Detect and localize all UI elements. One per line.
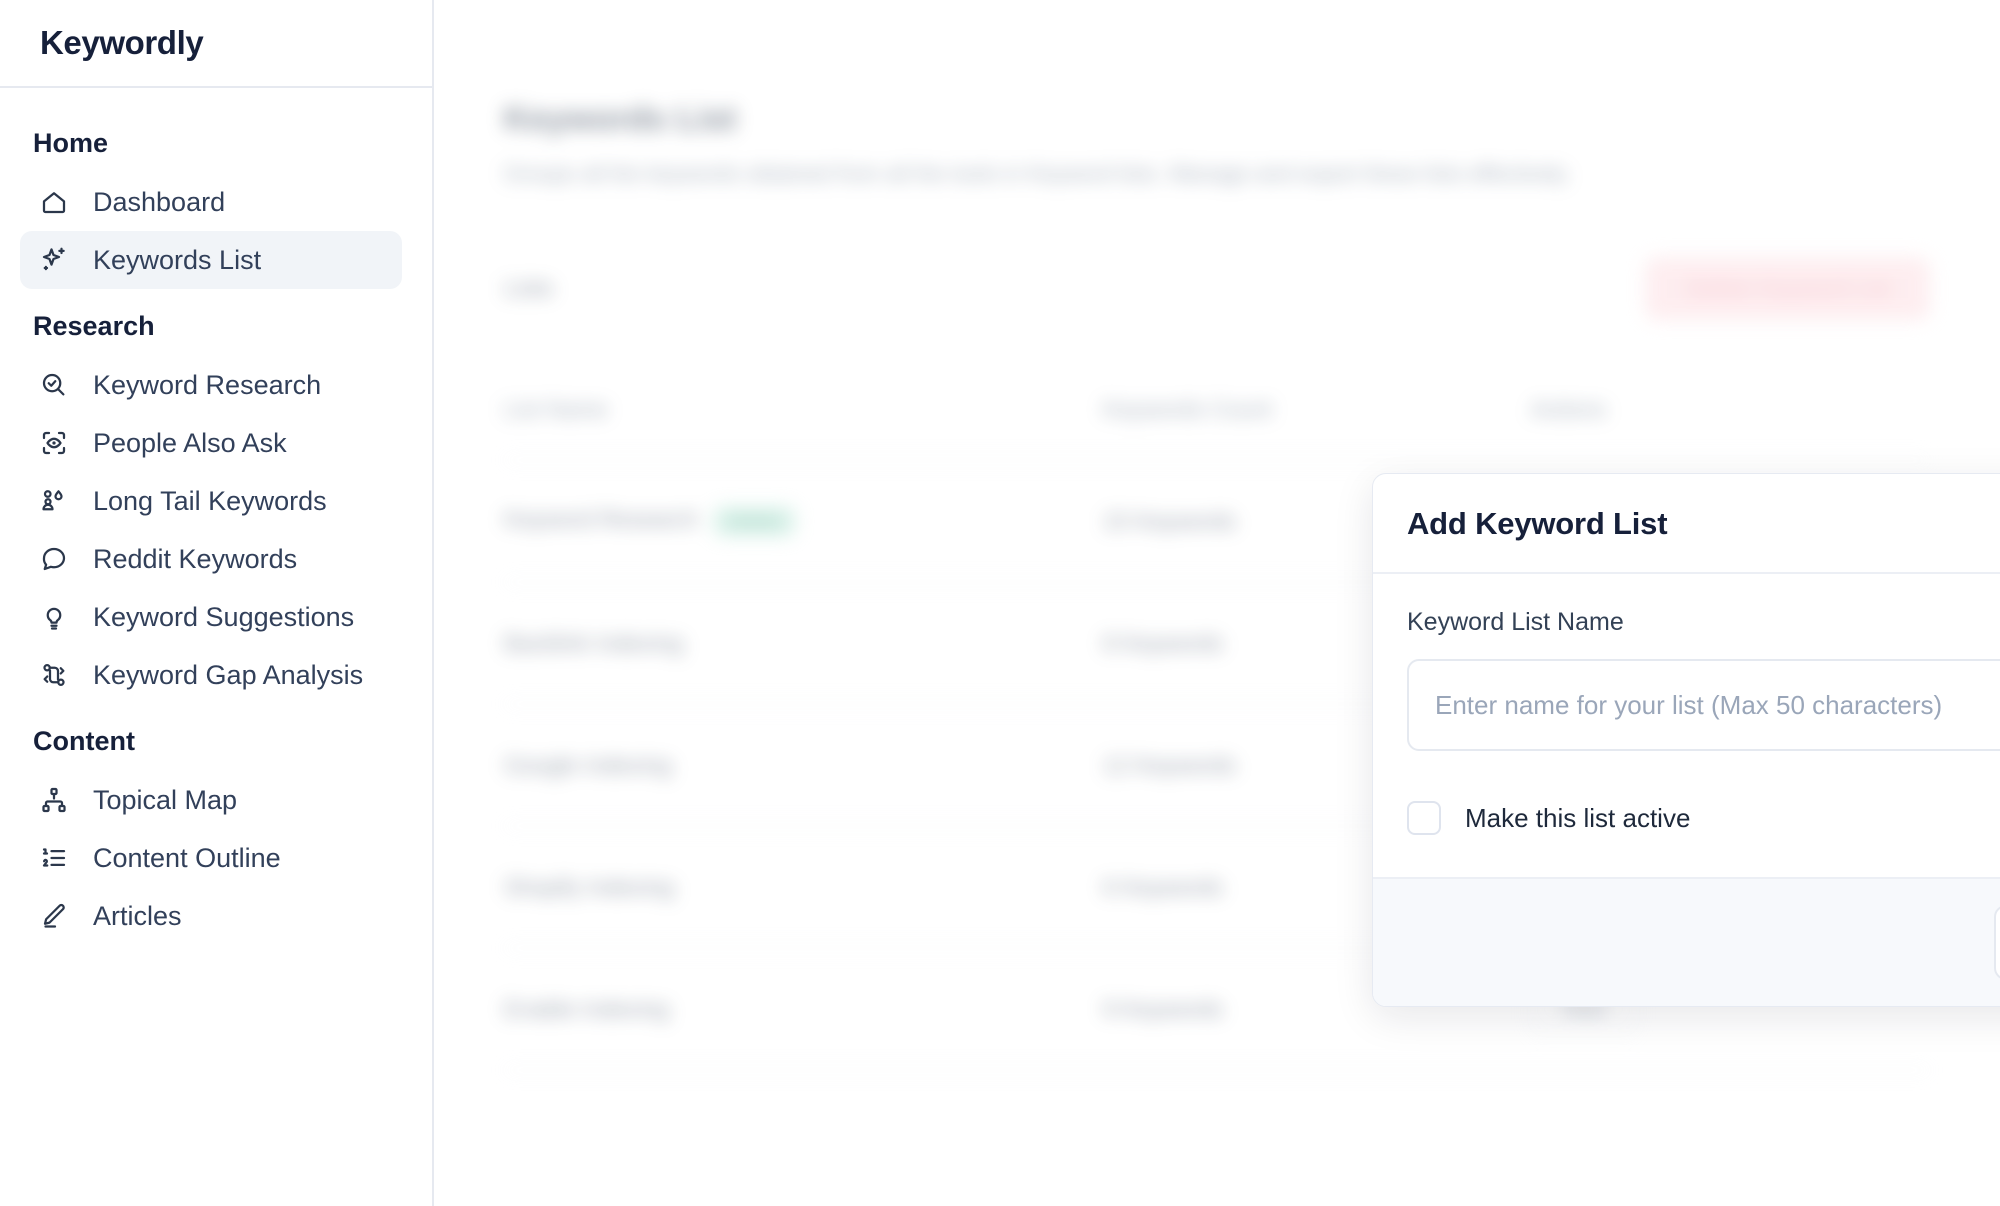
sidebar-item-label: Keyword Gap Analysis: [93, 659, 364, 690]
cell-list-name: Keyword Research Active: [504, 460, 1103, 583]
search-check-icon: [39, 370, 69, 400]
users-icon: [39, 486, 69, 516]
sidebar-item-people-also-ask[interactable]: People Also Ask: [20, 414, 402, 472]
status-badge: Active: [714, 507, 796, 536]
column-header-actions: Actions: [1530, 360, 1930, 461]
sidebar-item-keywords-list[interactable]: Keywords List: [20, 231, 402, 289]
eye-scan-icon: [39, 428, 69, 458]
sidebar-item-label: Keyword Research: [93, 369, 322, 400]
make-list-active-checkbox[interactable]: [1407, 801, 1441, 835]
sidebar-item-articles[interactable]: Articles: [20, 887, 402, 945]
nav-section-label-content: Content: [33, 726, 135, 756]
sidebar-header: Keywordly: [0, 0, 432, 88]
nav-section-label-home: Home: [33, 128, 109, 158]
list-name-text: Enable Indexing: [504, 995, 669, 1022]
sidebar-item-label: Content Outline: [93, 842, 281, 873]
dialog-footer: Cancel Save: [1373, 877, 2000, 1006]
main-content: Keywords List Groups all the keywords ob…: [434, 0, 2000, 1206]
cell-list-name: Backlink Indexing: [504, 582, 1103, 705]
dialog-body: Keyword List Name Make this list active: [1373, 574, 2000, 877]
cell-list-name: Enable Indexing: [504, 948, 1103, 1071]
brand-logo-text: Keywordly: [40, 24, 204, 61]
app-root: Keywordly Home Dashboard Keywords List Rese…: [0, 0, 2000, 1206]
list-count-label: Lists: [504, 274, 554, 302]
sidebar-item-label: Reddit Keywords: [93, 543, 298, 574]
sidebar-item-dashboard[interactable]: Dashboard: [20, 173, 402, 231]
list-name-text: Shopify Indexing: [504, 873, 675, 900]
page-description: Groups all the keywords obtained from al…: [504, 161, 1571, 186]
list-ordered-icon: [39, 843, 69, 873]
sidebar-item-long-tail-keywords[interactable]: Long Tail Keywords: [20, 472, 402, 530]
sidebar-item-label: People Also Ask: [93, 427, 287, 458]
delete-keyword-list-button[interactable]: Delete Keyword List: [1645, 257, 1930, 320]
sidebar-item-label: Keyword Suggestions: [93, 601, 355, 632]
cancel-button[interactable]: Cancel: [1993, 905, 2000, 980]
sidebar-item-label: Articles: [93, 900, 182, 931]
sidebar-item-label: Long Tail Keywords: [93, 485, 327, 516]
cell-list-name: Shopify Indexing: [504, 826, 1103, 949]
sidebar-item-topical-map[interactable]: Topical Map: [20, 771, 402, 829]
sidebar-item-reddit-keywords[interactable]: Reddit Keywords: [20, 530, 402, 588]
sidebar: Keywordly Home Dashboard Keywords List Rese…: [0, 0, 434, 1206]
sidebar-nav: Home Dashboard Keywords List Research Keywor…: [0, 88, 432, 945]
home-icon: [39, 187, 69, 217]
sidebar-item-keyword-gap-analysis[interactable]: Keyword Gap Analysis: [20, 646, 402, 704]
column-header-keywords: Keywords Count: [1102, 360, 1531, 461]
git-compare-icon: [39, 660, 69, 690]
keyword-list-name-input[interactable]: [1407, 659, 2000, 751]
sidebar-item-content-outline[interactable]: Content Outline: [20, 829, 402, 887]
message-circle-icon: [39, 544, 69, 574]
list-toolbar: Lists Delete Keyword List: [504, 257, 1930, 320]
sidebar-item-keyword-suggestions[interactable]: Keyword Suggestions: [20, 588, 402, 646]
list-name-text: Backlink Indexing: [504, 629, 683, 656]
cell-list-name: Google Indexing: [504, 704, 1103, 827]
list-name-text: Google Indexing: [504, 751, 672, 778]
add-keyword-list-dialog: Add Keyword List Keyword List Name Make …: [1372, 473, 2000, 1007]
sidebar-item-label: Keywords List: [93, 244, 262, 275]
nav-section-label-research: Research: [33, 311, 155, 341]
make-list-active-label[interactable]: Make this list active: [1465, 803, 1690, 834]
keyword-list-name-label: Keyword List Name: [1407, 608, 1624, 636]
sitemap-icon: [39, 785, 69, 815]
pencil-icon: [39, 901, 69, 931]
dialog-title: Add Keyword List: [1407, 506, 1668, 541]
lightbulb-icon: [39, 602, 69, 632]
make-active-row: Make this list active: [1407, 801, 2000, 835]
column-header-name: List Name: [504, 360, 1103, 461]
sidebar-item-label: Dashboard: [93, 186, 226, 217]
dialog-header: Add Keyword List: [1373, 474, 2000, 574]
page-title: Keywords List: [504, 100, 737, 138]
sidebar-item-keyword-research[interactable]: Keyword Research: [20, 356, 402, 414]
list-name-text: Keyword Research: [504, 506, 699, 532]
table-header-row: List Name Keywords Count Actions: [504, 360, 1930, 461]
sidebar-item-label: Topical Map: [93, 784, 238, 815]
sparkles-icon: [39, 245, 69, 275]
